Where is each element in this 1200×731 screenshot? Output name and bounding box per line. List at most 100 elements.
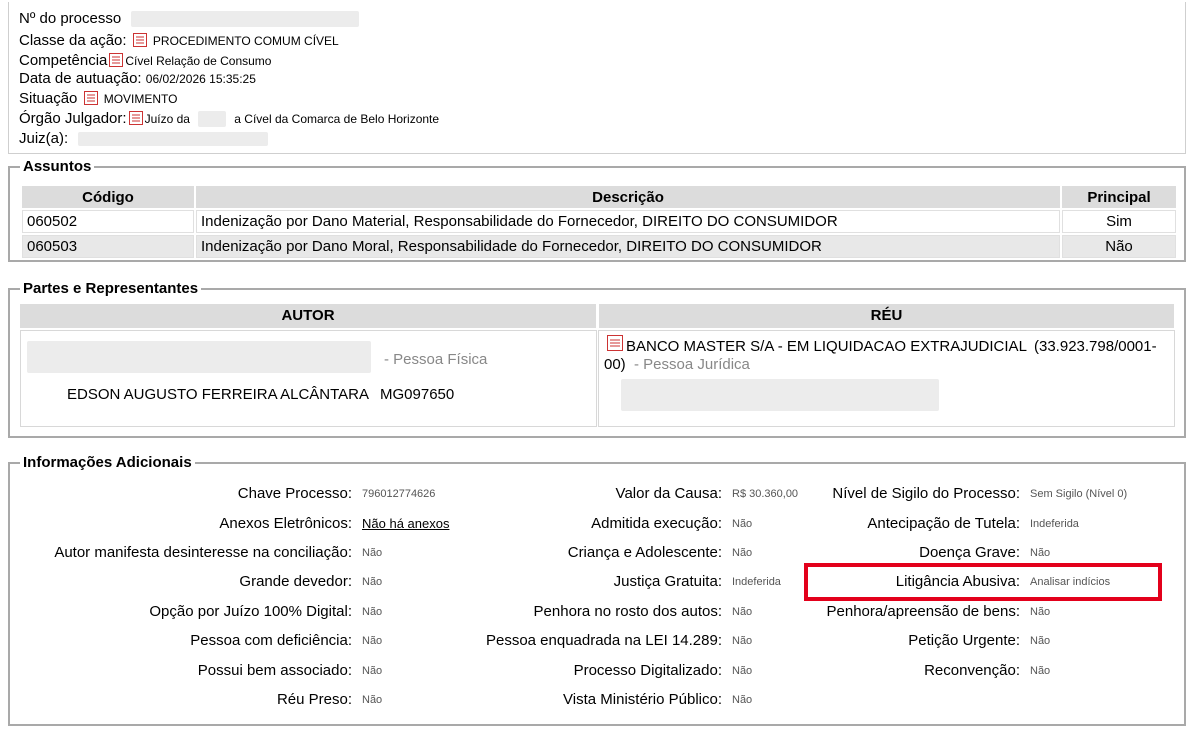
orgao-row: Órgão Julgador: Juízo da a Cível da Comar… [19, 110, 439, 128]
col-principal: Principal [1062, 186, 1176, 208]
reu-nome: BANCO MASTER S/A - EM LIQUIDACAO EXTRAJU… [626, 338, 1027, 355]
info-label: Antecipação de Tutela: [867, 515, 1020, 532]
info-value: Não [732, 606, 753, 618]
cell-codigo: 060503 [22, 235, 194, 258]
info-label: Penhora/apreensão de bens: [826, 603, 1020, 620]
redacted-block [621, 379, 939, 411]
info-value: Não [362, 576, 383, 588]
col-descricao: Descrição [196, 186, 1060, 208]
info-value: Não [732, 694, 753, 706]
autor-header: AUTOR [20, 304, 596, 328]
redacted-block [198, 111, 227, 128]
info-label: Justiça Gratuita: [613, 573, 722, 590]
info-value: Sem Sigilo (Nível 0) [1030, 488, 1128, 500]
classe-label: Classe da ação: [19, 32, 127, 49]
numero-row: Nº do processo [19, 10, 360, 28]
classe-row: Classe da ação: PROCEDIMENTO COMUM CÍVEL [19, 32, 339, 50]
data-row: Data de autuação: 06/02/2026 15:35:25 [19, 70, 256, 88]
cell-descricao: Indenização por Dano Material, Responsab… [196, 210, 1060, 233]
situacao-row: Situação MOVIMENTO [19, 90, 178, 108]
reu-tipo: - Pessoa Jurídica [634, 356, 750, 373]
anexos-link[interactable]: Não há anexos [362, 515, 449, 533]
assuntos-legend: Assuntos [20, 158, 95, 176]
details-icon[interactable] [132, 33, 147, 47]
info-value: Não [732, 518, 753, 530]
info-label: Pessoa com deficiência: [190, 632, 352, 649]
info-label: Reconvenção: [924, 662, 1020, 679]
assuntos-table: Código Descrição Principal 060502 Indeni… [20, 184, 1178, 260]
assuntos-fieldset: Assuntos Código Descrição Principal 0605… [8, 158, 1186, 262]
info-label: Penhora no rosto dos autos: [533, 603, 722, 620]
juiz-label: Juiz(a): [19, 130, 69, 147]
info-label: Pessoa enquadrada na LEI 14.289: [485, 632, 722, 649]
info-label: Réu Preso: [276, 691, 352, 708]
cell-principal: Sim [1062, 210, 1176, 233]
orgao-value-a: Juízo da [144, 112, 190, 126]
info-label: Valor da Causa: [615, 485, 722, 502]
info-label: Admitida execução: [591, 515, 722, 532]
details-icon[interactable] [109, 53, 124, 67]
table-header-row: Código Descrição Principal [22, 186, 1176, 208]
info-value: Não [362, 665, 383, 677]
cell-codigo: 060502 [22, 210, 194, 233]
partes-fieldset: Partes e Representantes AUTOR RÉU - Pess… [8, 280, 1186, 438]
info-label: Opção por Juízo 100% Digital: [149, 603, 352, 620]
info-value: Não [362, 606, 383, 618]
partes-legend: Partes e Representantes [20, 280, 202, 298]
competencia-row: Competência Cível Relação de Consumo [19, 52, 271, 70]
info-value: Não [732, 547, 753, 559]
info-label: Grande devedor: [239, 573, 352, 590]
table-row: 060502 Indenização por Dano Material, Re… [22, 210, 1176, 233]
info-value: Não [1030, 635, 1051, 647]
orgao-label: Órgão Julgador: [19, 110, 127, 127]
info-value: Não [732, 635, 753, 647]
info-value: Não [362, 694, 383, 706]
info-value: Indeferida [1030, 518, 1079, 530]
info-value: R$ 30.360,00 [732, 488, 799, 500]
info-value: Não [362, 635, 383, 647]
info-value: Não [362, 547, 383, 559]
reu-cnpj-b: 00) [604, 356, 626, 373]
redacted-block [131, 11, 360, 28]
situacao-label: Situação [19, 90, 78, 107]
numero-label: Nº do processo [19, 10, 122, 27]
process-header: Nº do processo Classe da ação: PROCEDIME… [8, 2, 1186, 154]
data-value: 06/02/2026 15:35:25 [145, 72, 256, 86]
autor-advogado: EDSON AUGUSTO FERREIRA ALCÂNTARA [67, 386, 370, 403]
info-label: Doença Grave: [919, 544, 1020, 561]
col-codigo: Código [22, 186, 194, 208]
classe-value: PROCEDIMENTO COMUM CÍVEL [152, 34, 339, 48]
cell-descricao: Indenização por Dano Moral, Responsabili… [196, 235, 1060, 258]
info-value: Não [732, 665, 753, 677]
details-icon[interactable] [607, 335, 623, 351]
info-label: Anexos Eletrônicos: [219, 515, 352, 532]
juiz-row: Juiz(a): [19, 130, 269, 148]
competencia-label: Competência [19, 52, 108, 69]
info-value: Não [1030, 547, 1051, 559]
orgao-value-b: a Cível da Comarca de Belo Horizonte [234, 112, 440, 126]
details-icon[interactable] [128, 111, 143, 125]
competencia-value: Cível Relação de Consumo [125, 54, 272, 68]
data-label: Data de autuação: [19, 70, 142, 87]
info-value: Não [1030, 606, 1051, 618]
redacted-block [78, 132, 269, 147]
table-row: 060503 Indenização por Dano Moral, Respo… [22, 235, 1176, 258]
info-label: Vista Ministério Público: [563, 691, 722, 708]
info-label: Possui bem associado: [197, 662, 352, 679]
litigancia-highlight [804, 563, 1162, 601]
info-fieldset: Informações Adicionais Chave Processo: 7… [8, 454, 1186, 726]
info-label: Processo Digitalizado: [573, 662, 722, 679]
autor-oab: MG097650 [380, 386, 455, 403]
info-legend: Informações Adicionais [20, 454, 195, 472]
info-label: Chave Processo: [237, 485, 352, 502]
reu-cnpj-a: (33.923.798/0001- [1034, 338, 1157, 355]
info-label: Petição Urgente: [908, 632, 1020, 649]
cell-principal: Não [1062, 235, 1176, 258]
situacao-value: MOVIMENTO [103, 92, 178, 106]
info-value: Não [1030, 665, 1051, 677]
autor-tipo: - Pessoa Física [384, 351, 488, 368]
info-value: Indeferida [732, 576, 781, 588]
details-icon[interactable] [83, 91, 98, 105]
info-value: 796012774626 [362, 488, 436, 500]
info-label: Criança e Adolescente: [567, 544, 722, 561]
